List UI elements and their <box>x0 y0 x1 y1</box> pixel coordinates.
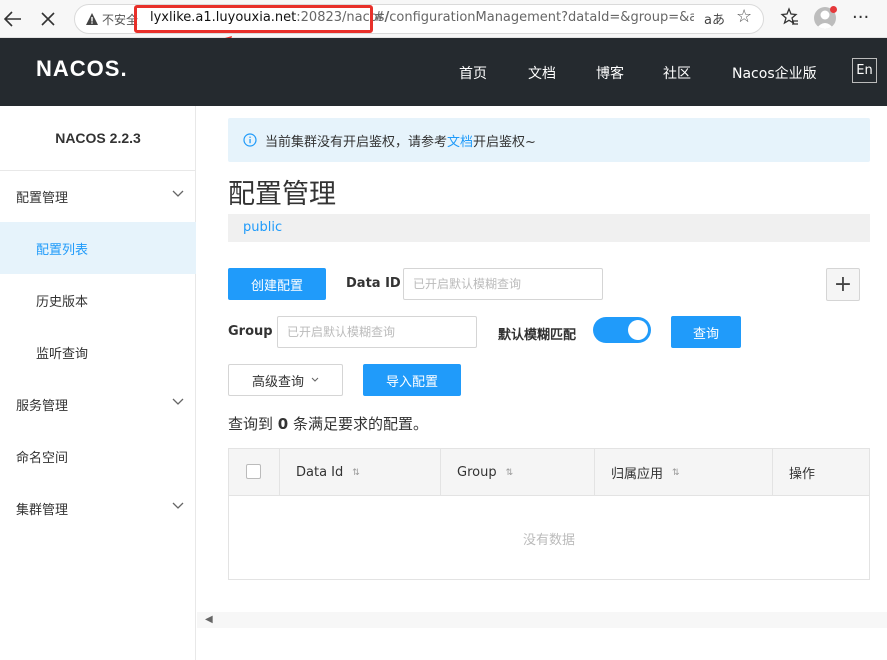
app-header: NACOS. 首页 文档 博客 社区 Nacos企业版 En <box>0 38 887 106</box>
favorite-star-icon[interactable]: ☆ <box>736 6 752 27</box>
result-count: 0 <box>277 415 289 433</box>
result-prefix: 查询到 <box>228 415 278 433</box>
sidebar-item-label: 服务管理 <box>16 399 69 414</box>
sort-icon[interactable]: ⇅ <box>672 468 680 478</box>
sidebar-item-history[interactable]: 历史版本 <box>0 274 196 326</box>
sidebar: NACOS 2.2.3 配置管理 配置列表 历史版本 监听查询 服务管理 命名空… <box>0 106 196 660</box>
sidebar-item-namespace[interactable]: 命名空间 <box>0 430 196 482</box>
empty-state: 没有数据 <box>522 533 575 548</box>
back-icon[interactable] <box>0 6 26 32</box>
notice-text-before: 当前集群没有开启鉴权，请参考 <box>265 135 448 150</box>
chevron-down-icon <box>172 190 184 197</box>
config-table: Data Id ⇅ Group ⇅ 归属应用 ⇅ 操作 没有数据 <box>228 448 870 580</box>
sidebar-item-label: 命名空间 <box>16 451 69 466</box>
fuzzy-match-label: 默认模糊匹配 <box>498 328 577 343</box>
plus-icon[interactable]: + <box>826 268 860 301</box>
nav-enterprise[interactable]: Nacos企业版 <box>732 63 817 83</box>
sidebar-item-service-management[interactable]: 服务管理 <box>0 378 196 430</box>
notice-text-after: 开启鉴权~ <box>473 135 536 150</box>
column-label: 归属应用 <box>611 467 664 482</box>
warning-icon <box>86 13 98 25</box>
collections-icon[interactable] <box>779 7 799 27</box>
insecure-label: 不安全 <box>102 13 139 27</box>
sidebar-item-config-list[interactable]: 配置列表 <box>0 222 196 274</box>
table-header: Data Id ⇅ Group ⇅ 归属应用 ⇅ 操作 <box>229 449 869 496</box>
namespace-tab-public[interactable]: public <box>243 220 282 235</box>
sidebar-item-label: 配置管理 <box>16 191 69 206</box>
sort-icon[interactable]: ⇅ <box>506 468 514 478</box>
more-icon[interactable]: ··· <box>852 7 869 28</box>
info-icon <box>243 133 257 147</box>
column-header-group[interactable]: Group ⇅ <box>440 449 594 496</box>
read-aloud-icon[interactable]: aあ <box>704 9 725 28</box>
sidebar-item-label: 监听查询 <box>36 347 89 362</box>
advanced-query-label: 高级查询 <box>251 374 304 390</box>
page-title: 配置管理 <box>228 179 336 210</box>
notification-dot <box>830 6 837 13</box>
result-suffix: 条满足要求的配置。 <box>288 415 428 433</box>
result-summary: 查询到 0 条满足要求的配置。 <box>228 413 428 434</box>
url-highlight-box <box>134 5 373 33</box>
docs-link[interactable]: 文档 <box>447 135 473 150</box>
group-label: Group <box>228 324 273 339</box>
column-header-dataid[interactable]: Data Id ⇅ <box>279 449 440 496</box>
auth-notice: 当前集群没有开启鉴权，请参考文档开启鉴权~ <box>228 118 870 162</box>
nacos-logo[interactable]: NACOS. <box>36 56 128 82</box>
browser-toolbar: 不安全 lyxlike.a1.luyouxia.net:20823/nacos/… <box>0 0 887 38</box>
nav-community[interactable]: 社区 <box>663 63 691 83</box>
advanced-query-button[interactable]: 高级查询 <box>228 364 343 396</box>
chevron-down-icon <box>311 377 319 382</box>
column-header-app[interactable]: 归属应用 ⇅ <box>594 449 772 496</box>
url-path[interactable]: #/configurationManagement?dataId=&group=… <box>374 10 694 25</box>
sidebar-item-label: 配置列表 <box>36 243 89 258</box>
dataid-input[interactable] <box>403 268 603 300</box>
fuzzy-match-toggle[interactable] <box>593 317 651 343</box>
dataid-label: Data ID <box>346 276 401 291</box>
sidebar-item-cluster-management[interactable]: 集群管理 <box>0 482 196 534</box>
sort-icon[interactable]: ⇅ <box>352 468 360 478</box>
select-column <box>229 449 279 496</box>
nav-blog[interactable]: 博客 <box>596 63 624 83</box>
column-label: Data Id <box>296 465 344 480</box>
sidebar-title: NACOS 2.2.3 <box>55 130 141 146</box>
nav-docs[interactable]: 文档 <box>528 63 556 83</box>
close-icon[interactable] <box>35 6 61 32</box>
import-config-button[interactable]: 导入配置 <box>363 364 461 396</box>
sidebar-item-label: 集群管理 <box>16 503 69 518</box>
chevron-down-icon <box>172 398 184 405</box>
column-label: 操作 <box>789 467 816 482</box>
horizontal-scrollbar[interactable]: ◀ <box>197 612 887 628</box>
nav-home[interactable]: 首页 <box>459 63 487 83</box>
sidebar-item-listener-query[interactable]: 监听查询 <box>0 326 196 378</box>
column-header-actions: 操作 <box>772 449 869 496</box>
select-all-checkbox[interactable] <box>246 464 261 479</box>
scroll-left-icon[interactable]: ◀ <box>205 614 213 625</box>
column-label: Group <box>457 465 497 480</box>
sidebar-item-config-management[interactable]: 配置管理 <box>0 170 196 222</box>
group-input[interactable] <box>277 316 477 348</box>
query-button[interactable]: 查询 <box>671 316 741 348</box>
notice-text: 当前集群没有开启鉴权，请参考文档开启鉴权~ <box>265 131 536 150</box>
language-button[interactable]: En <box>852 58 877 83</box>
chevron-down-icon <box>172 502 184 509</box>
sidebar-item-label: 历史版本 <box>36 295 89 310</box>
create-config-button[interactable]: 创建配置 <box>228 268 326 300</box>
namespace-bar: public <box>228 214 870 242</box>
toggle-knob <box>628 320 648 340</box>
